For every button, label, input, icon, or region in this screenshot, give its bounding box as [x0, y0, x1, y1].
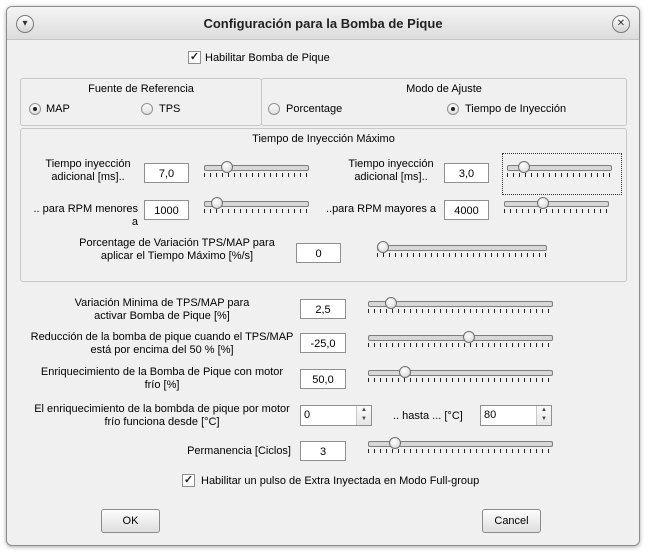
radio-map[interactable] — [29, 103, 41, 115]
left-time-slider[interactable] — [204, 161, 309, 178]
window-title: Configuración para la Bomba de Pique — [203, 16, 443, 31]
radio-tiempo[interactable] — [447, 103, 459, 115]
reduction-label: Reducción de la bomba de pique cuando el… — [30, 331, 294, 356]
rpm-low-input[interactable]: 1000 — [144, 200, 189, 220]
cold-enrich-slider[interactable] — [368, 366, 553, 383]
radio-map-label: MAP — [46, 103, 70, 115]
spin-down-icon[interactable]: ▼ — [357, 415, 371, 424]
cold-to-value: 80 — [484, 409, 497, 421]
right-time-input[interactable]: 3,0 — [444, 163, 489, 183]
radio-porcentage[interactable] — [268, 103, 280, 115]
cold-enrich-input[interactable]: 50,0 — [300, 369, 346, 389]
cold-from-arrows[interactable]: ▲ ▼ — [356, 406, 371, 425]
extra-pulse-label: Habilitar un pulso de Extra Inyectada en… — [201, 475, 480, 487]
rpm-low-label: .. para RPM menores a — [33, 203, 138, 228]
radio-tps-label: TPS — [159, 103, 181, 115]
min-variation-input[interactable]: 2,5 — [300, 299, 346, 319]
radio-tps[interactable] — [141, 103, 153, 115]
right-time-slider[interactable] — [507, 161, 612, 178]
cancel-button[interactable]: Cancel — [482, 509, 541, 533]
spin-up-icon[interactable]: ▲ — [537, 406, 551, 415]
ok-button[interactable]: OK — [101, 509, 160, 533]
variation-input[interactable]: 0 — [296, 243, 341, 263]
rpm-high-input[interactable]: 4000 — [444, 200, 489, 220]
cold-to-arrows[interactable]: ▲ ▼ — [536, 406, 551, 425]
rpm-high-label: ..para RPM mayores a — [325, 203, 436, 215]
cold-from-spinbox[interactable]: 0 ▲ ▼ — [300, 405, 372, 426]
spin-up-icon[interactable]: ▲ — [357, 406, 371, 415]
permanence-input[interactable]: 3 — [300, 441, 346, 461]
variation-slider[interactable] — [377, 241, 547, 258]
radio-porcentage-label: Porcentage — [286, 103, 343, 115]
variation-label: Porcentage de Variación TPS/MAP para apli… — [79, 237, 275, 262]
min-variation-label: Variación Minima de TPS/MAP para activar … — [74, 297, 250, 322]
extra-pulse-checkbox[interactable]: ✓ — [182, 474, 195, 487]
radio-tiempo-label: Tiempo de Inyección — [465, 103, 567, 115]
modo-group: Modo de Ajuste — [261, 78, 627, 126]
modo-title: Modo de Ajuste — [406, 83, 482, 95]
cold-to-spinbox[interactable]: 80 ▲ ▼ — [480, 405, 552, 426]
reduction-slider[interactable] — [368, 331, 553, 348]
enable-checkbox[interactable]: ✓ — [188, 51, 201, 64]
tiempo-title: Tiempo de Inyección Máximo — [252, 133, 395, 145]
spin-down-icon[interactable]: ▼ — [537, 415, 551, 424]
permanence-slider[interactable] — [368, 437, 553, 454]
rpm-low-slider[interactable] — [204, 197, 309, 214]
permanence-label: Permanencia [Ciclos] — [187, 445, 291, 457]
cold-from-value: 0 — [304, 409, 311, 421]
reduction-input[interactable]: -25,0 — [300, 333, 346, 353]
close-icon[interactable]: ✕ — [612, 15, 630, 33]
cold-range-label: El enriquecimiento de la bombda de pique… — [34, 403, 290, 428]
min-variation-slider[interactable] — [368, 297, 553, 314]
fuente-group: Fuente de Referencia — [20, 78, 262, 126]
enable-label: Habilitar Bomba de Pique — [205, 52, 330, 64]
left-time-input[interactable]: 7,0 — [144, 163, 189, 183]
fuente-title: Fuente de Referencia — [88, 83, 194, 95]
cold-enrich-label: Enriquecimiento de la Bomba de Pique con… — [40, 366, 284, 391]
right-time-label: Tiempo inyección adicional [ms].. — [348, 158, 434, 183]
config-dialog: ▾ Configuración para la Bomba de Pique ✕… — [6, 6, 640, 546]
rpm-high-slider[interactable] — [504, 197, 609, 214]
left-time-label: Tiempo inyección adicional [ms].. — [45, 158, 131, 183]
hasta-label: .. hasta ... [°C] — [393, 410, 463, 422]
title-bar: ▾ Configuración para la Bomba de Pique ✕ — [7, 7, 639, 40]
